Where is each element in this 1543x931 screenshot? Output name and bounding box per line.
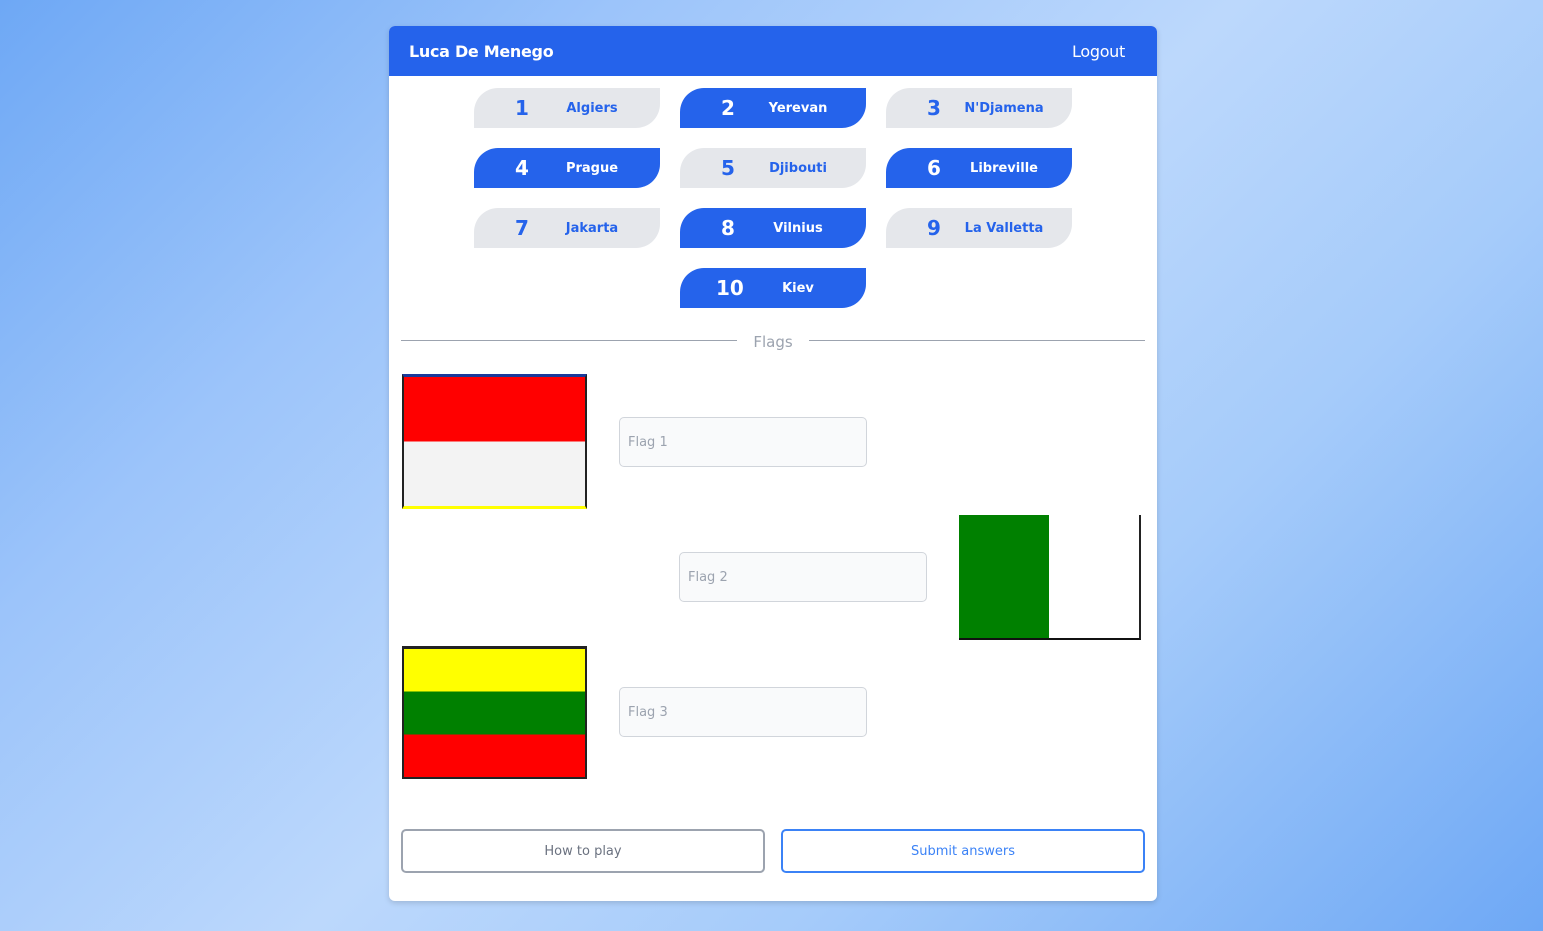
capital-name: Prague [565,160,619,176]
divider-line [401,339,738,341]
capital-number: 6 [927,156,941,180]
navbar: Luca De Menego Logout [389,26,1157,76]
capital-pill[interactable]: 9 La Valletta [886,208,1072,248]
capital-pill[interactable]: 2 Yerevan [680,88,866,128]
capital-number: 4 [515,156,529,180]
divider-line [808,339,1146,341]
capital-name: N'Djamena [964,100,1044,116]
capital-number: 1 [515,96,529,120]
capital-number: 9 [927,216,941,240]
user-name: Luca De Menego [409,41,554,61]
capital-number: 8 [721,216,735,240]
flag-3-input[interactable] [619,687,867,737]
capital-pill[interactable]: 1 Algiers [474,88,660,128]
capital-pill[interactable]: 3 N'Djamena [886,88,1072,128]
capital-pill[interactable]: 8 Vilnius [680,208,866,248]
capital-name: Djibouti [769,160,827,176]
flag-1-image[interactable] [402,374,587,509]
capital-pill[interactable]: 5 Djibouti [680,148,866,188]
capital-number: 7 [515,216,529,240]
capital-number: 3 [927,96,941,120]
flag-2-image[interactable] [959,515,1141,640]
capital-pill[interactable]: 7 Jakarta [474,208,660,248]
flags-divider: Flags [401,330,1146,351]
how-to-play-button[interactable]: How to play [401,829,765,873]
capital-name: Algiers [566,100,618,116]
capital-name: La Valletta [964,220,1044,236]
capital-number: 2 [721,96,735,120]
capital-number: 5 [721,156,735,180]
capital-name: Jakarta [565,220,619,236]
logout-link[interactable]: Logout [1072,42,1125,61]
capital-pill[interactable]: 4 Prague [474,148,660,188]
capital-pill[interactable]: 6 Libreville [886,148,1072,188]
flag-3-image[interactable] [402,646,587,779]
capital-pill[interactable]: 10 Kiev [680,268,866,308]
capital-name: Vilnius [773,220,823,236]
flag-1-input[interactable] [619,417,867,467]
submit-answers-button[interactable]: Submit answers [781,829,1145,873]
game-card: Luca De Menego Logout 1 Algiers 2 Yereva… [389,26,1157,901]
capital-name: Kiev [782,280,814,296]
capital-name: Libreville [970,160,1038,176]
section-label: Flags [753,333,793,351]
capital-number: 10 [716,276,744,300]
flag-2-input[interactable] [679,552,927,602]
capital-name: Yerevan [768,100,828,116]
